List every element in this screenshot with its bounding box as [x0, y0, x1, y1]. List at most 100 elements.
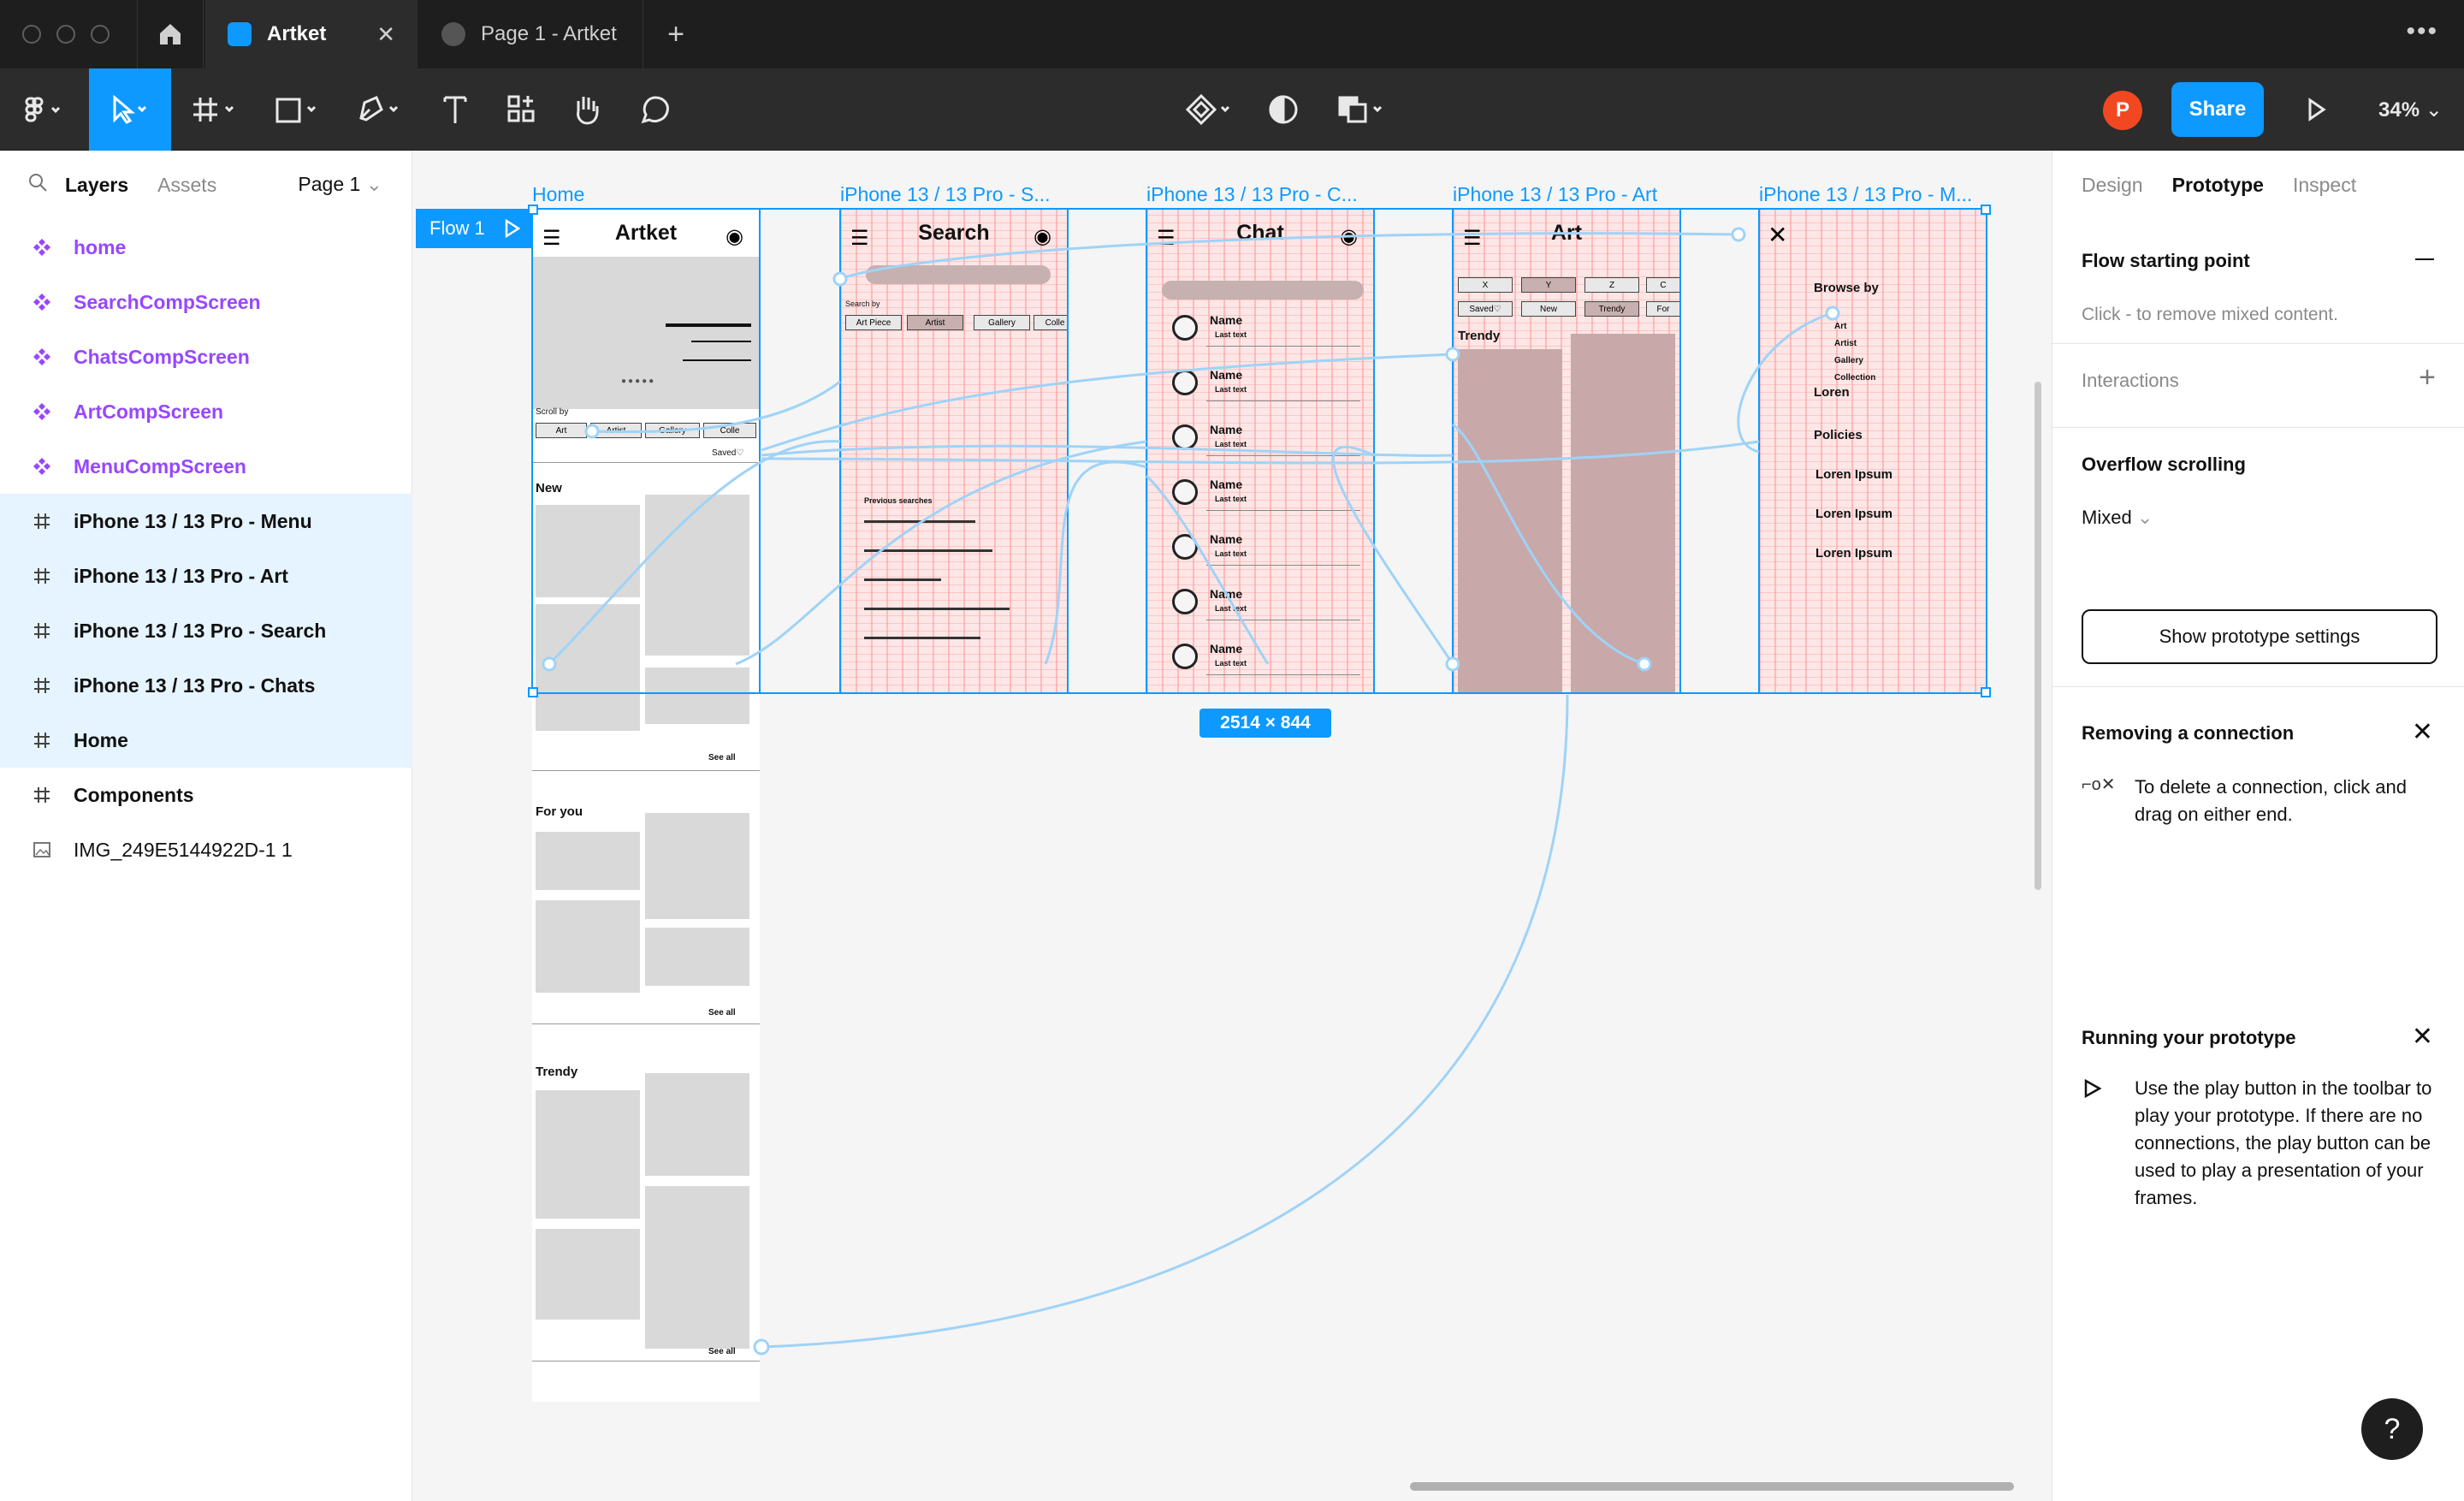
layer-item[interactable]: Components: [0, 768, 412, 822]
layer-item[interactable]: iPhone 13 / 13 Pro - Search: [0, 603, 412, 658]
layer-item[interactable]: MenuCompScreen: [0, 439, 412, 494]
removing-text: To delete a connection, click and drag o…: [2135, 776, 2407, 825]
title-bar: Artket ✕ Page 1 - Artket + •••: [0, 0, 2464, 68]
tab-assets[interactable]: Assets: [157, 174, 216, 197]
share-button[interactable]: Share: [2171, 82, 2264, 137]
component-tools-button[interactable]: [1177, 68, 1242, 151]
tab-layers[interactable]: Layers: [65, 174, 128, 197]
layer-label: Home: [74, 728, 128, 751]
layer-item[interactable]: ArtCompScreen: [0, 384, 412, 439]
layer-label: IMG_249E5144922D-1 1: [74, 838, 293, 861]
overflow-value: Mixed: [2082, 507, 2132, 528]
zoom-window-button[interactable]: [91, 25, 110, 44]
interactions-title: Interactions: [2082, 370, 2179, 391]
layer-label: home: [74, 235, 127, 258]
show-prototype-settings-button[interactable]: Show prototype settings: [2082, 609, 2437, 664]
layers-panel: Layers Assets Page 1 ⌄ home SearchCompScr…: [0, 151, 412, 1501]
tab-inspect[interactable]: Inspect: [2293, 174, 2356, 197]
layer-item[interactable]: iPhone 13 / 13 Pro - Chats: [0, 658, 412, 713]
divider: [2052, 686, 2464, 687]
overflow-select[interactable]: Mixed ⌄: [2082, 507, 2153, 529]
close-icon[interactable]: ✕: [2412, 1022, 2433, 1052]
shape-tool-button[interactable]: [265, 68, 330, 151]
page-select[interactable]: Page 1 ⌄: [298, 173, 382, 196]
horizontal-scrollbar[interactable]: [1410, 1482, 2014, 1491]
image-icon: [31, 840, 53, 859]
frame-tool-button[interactable]: [183, 68, 248, 151]
close-tab-icon[interactable]: ✕: [376, 21, 395, 48]
remove-icon[interactable]: [2415, 258, 2434, 260]
layer-label: iPhone 13 / 13 Pro - Art: [74, 564, 288, 587]
boolean-tool-button[interactable]: [1330, 68, 1395, 151]
canvas[interactable]: Home iPhone 13 / 13 Pro - S... iPhone 13…: [412, 151, 2052, 1501]
flow-start-title: Flow starting point: [2082, 250, 2250, 271]
overflow-title: Overflow scrolling: [2082, 454, 2246, 475]
component-icon: [31, 293, 53, 311]
flow-start-desc: Click - to remove mixed content.: [2082, 305, 2338, 324]
main-menu-button[interactable]: [12, 68, 77, 151]
layer-label: ChatsCompScreen: [74, 345, 250, 368]
chevron-down-icon: ⌄: [365, 173, 382, 195]
add-interaction-icon[interactable]: +: [2419, 361, 2436, 395]
new-tab-icon[interactable]: +: [659, 17, 693, 51]
comment-tool-button[interactable]: [630, 68, 681, 151]
hand-tool-button[interactable]: [561, 68, 613, 151]
tab-prototype[interactable]: Prototype: [2172, 174, 2264, 197]
search-icon[interactable]: [27, 172, 48, 198]
help-button[interactable]: ?: [2361, 1398, 2423, 1460]
tab-artket[interactable]: Artket ✕: [205, 0, 418, 68]
overflow-section: Overflow scrolling Mixed ⌄: [2052, 428, 2464, 572]
layer-label: MenuCompScreen: [74, 454, 246, 478]
close-icon[interactable]: ✕: [2412, 717, 2433, 747]
layer-label: iPhone 13 / 13 Pro - Chats: [74, 673, 316, 697]
removing-title: Removing a connection: [2082, 722, 2295, 744]
resources-tool-button[interactable]: [496, 68, 548, 151]
panel-scrollbar[interactable]: [2035, 382, 2041, 890]
figma-app: Artket ✕ Page 1 - Artket + ••• P Share 3…: [0, 0, 2464, 1501]
more-options-icon[interactable]: •••: [2406, 17, 2438, 46]
layer-item[interactable]: IMG_249E5144922D-1 1: [0, 822, 412, 877]
connection-icon: ⌐o✕: [2082, 775, 2116, 794]
layer-label: iPhone 13 / 13 Pro - Menu: [74, 509, 312, 532]
tab-page1[interactable]: Page 1 - Artket: [419, 0, 643, 68]
figma-file-icon: [228, 22, 252, 46]
page-select-label: Page 1: [298, 173, 361, 195]
user-avatar[interactable]: P: [2103, 91, 2142, 130]
zoom-level-dropdown[interactable]: 34% ⌄: [2378, 98, 2443, 122]
layer-item[interactable]: iPhone 13 / 13 Pro - Art: [0, 549, 412, 603]
frame-icon: [31, 512, 53, 531]
tab-label: Page 1 - Artket: [481, 22, 617, 45]
chevron-down-icon: ⌄: [2425, 98, 2443, 122]
text-tool-button[interactable]: [429, 68, 481, 151]
properties-panel: Design Prototype Inspect Flow starting p…: [2052, 151, 2464, 1501]
tab-design[interactable]: Design: [2082, 174, 2143, 197]
layer-label: Components: [74, 783, 194, 806]
interactions-section: Interactions +: [2052, 344, 2464, 428]
frame-icon: [31, 676, 53, 695]
layer-item[interactable]: iPhone 13 / 13 Pro - Menu: [0, 494, 412, 549]
running-text: Use the play button in the toolbar to pl…: [2135, 1077, 2432, 1208]
close-window-button[interactable]: [22, 25, 41, 44]
layer-item[interactable]: home: [0, 220, 412, 275]
pen-tool-button[interactable]: [347, 68, 412, 151]
mask-tool-icon[interactable]: [1261, 68, 1306, 151]
frame-icon: [31, 567, 53, 585]
minimize-window-button[interactable]: [56, 25, 75, 44]
play-icon: [2083, 1078, 2102, 1103]
layer-item[interactable]: SearchCompScreen: [0, 275, 412, 329]
tab-label: Artket: [267, 22, 327, 45]
layer-item[interactable]: Home: [0, 713, 412, 768]
component-icon: [31, 238, 53, 257]
toolbar: P Share 34% ⌄: [0, 68, 2464, 151]
running-title: Running your prototype: [2082, 1027, 2296, 1048]
selection-size-badge: 2514 × 844: [1199, 709, 1331, 738]
home-icon[interactable]: [137, 0, 204, 68]
component-icon: [31, 402, 53, 421]
component-icon: [31, 457, 53, 476]
present-play-icon[interactable]: [2295, 68, 2337, 151]
frame-icon: [31, 731, 53, 750]
layer-label: iPhone 13 / 13 Pro - Search: [74, 619, 327, 642]
layer-item[interactable]: ChatsCompScreen: [0, 329, 412, 384]
move-tool-button[interactable]: [89, 68, 171, 151]
frame-icon: [31, 786, 53, 804]
